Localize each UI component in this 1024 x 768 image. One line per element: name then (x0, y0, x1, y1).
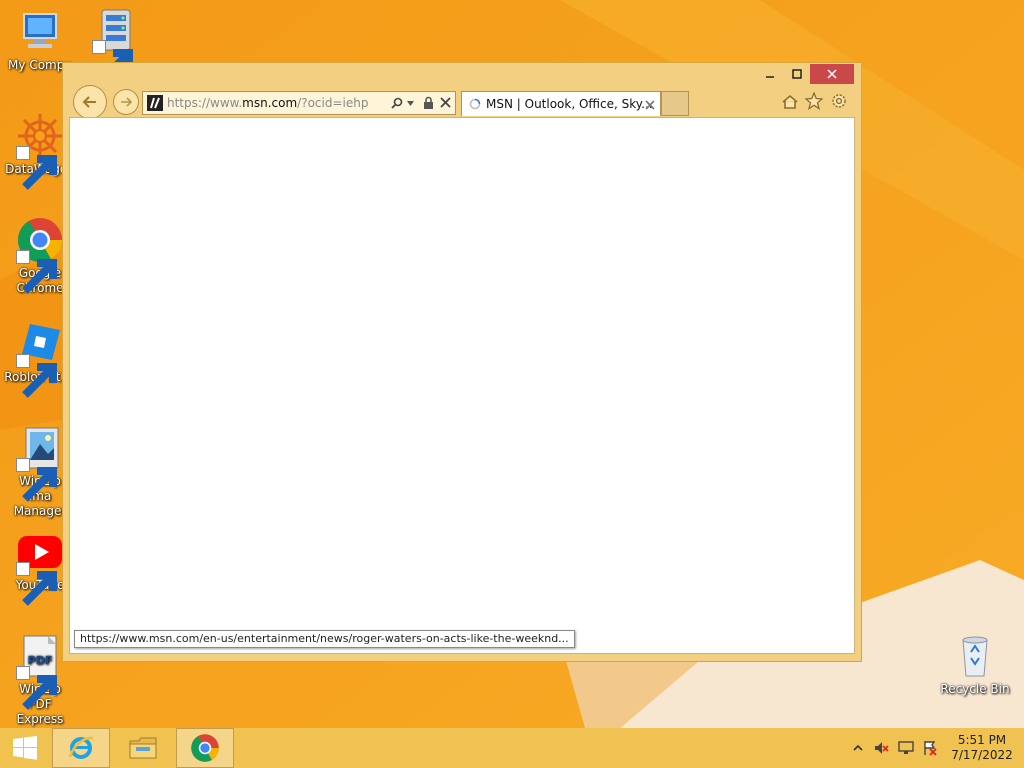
taskbar: 5:51 PM 7/17/2022 (0, 728, 1024, 768)
msn-site-icon (147, 95, 163, 111)
clock-date: 7/17/2022 (951, 748, 1013, 762)
close-button[interactable] (810, 64, 854, 84)
shortcut-arrow-icon (16, 250, 57, 294)
tab-title: MSN | Outlook, Office, Sky... (486, 97, 653, 111)
tab-msn[interactable]: MSN | Outlook, Office, Sky... (461, 91, 661, 116)
minimize-button[interactable] (755, 64, 785, 84)
shortcut-arrow-icon (16, 562, 57, 606)
winzip-image-manager-icon (16, 424, 64, 502)
page-content-area[interactable]: https://www.msn.com/en-us/entertainment/… (69, 117, 855, 654)
start-button[interactable] (0, 728, 50, 768)
internet-explorer-window: https://www.msn.com/?ocid=iehp MSN | Out… (62, 62, 862, 662)
forward-button[interactable] (113, 89, 139, 115)
close-tab-icon[interactable] (645, 100, 655, 110)
address-url: https://www.msn.com/?ocid=iehp (167, 96, 369, 110)
shortcut-arrow-icon (16, 354, 57, 398)
folder-icon (129, 737, 157, 759)
lock-icon[interactable] (423, 96, 434, 110)
datawagon-icon (16, 112, 64, 190)
volume-muted-icon[interactable] (873, 740, 889, 756)
taskbar-file-explorer[interactable] (114, 728, 172, 768)
address-bar[interactable]: https://www.msn.com/?ocid=iehp (142, 91, 456, 115)
svg-text:PDF: PDF (28, 654, 53, 667)
roblox-studio-icon (16, 320, 64, 398)
taskbar-internet-explorer[interactable] (52, 728, 110, 768)
youtube-icon (16, 528, 64, 606)
winzip-pdf-icon: PDF (16, 632, 64, 710)
back-arrow-icon (82, 96, 96, 108)
status-url-tooltip: https://www.msn.com/en-us/entertainment/… (74, 630, 575, 648)
chevron-down-icon[interactable] (407, 101, 414, 106)
shortcut-arrow-icon (16, 458, 57, 502)
forward-arrow-icon (121, 97, 133, 107)
desktop-icon-recycle-bin[interactable]: Recycle Bin (935, 632, 1015, 697)
back-button[interactable] (73, 85, 107, 119)
network-icon[interactable] (898, 740, 914, 756)
close-icon (827, 69, 837, 79)
new-tab-button[interactable] (661, 91, 689, 116)
internet-explorer-icon (68, 736, 94, 759)
maximize-button[interactable] (782, 64, 812, 84)
server-icon (92, 6, 140, 84)
show-hidden-icons-chevron-up-icon[interactable] (850, 740, 866, 756)
favorites-star-icon[interactable] (805, 92, 823, 110)
settings-gear-icon[interactable] (830, 92, 848, 110)
windows-logo-icon (13, 736, 37, 760)
shortcut-arrow-icon (92, 40, 133, 84)
stop-icon[interactable] (440, 97, 451, 108)
maximize-icon (792, 69, 802, 79)
desktop-icon-label: Recycle Bin (940, 682, 1010, 696)
shortcut-arrow-icon (16, 146, 57, 190)
minimize-icon (766, 76, 774, 78)
chrome-icon (16, 216, 64, 294)
loading-spinner-icon (469, 98, 481, 110)
recycle-bin-icon (951, 632, 999, 680)
taskbar-google-chrome[interactable] (176, 728, 234, 768)
taskbar-clock[interactable]: 5:51 PM 7/17/2022 (944, 733, 1020, 763)
shortcut-arrow-icon (16, 666, 57, 710)
desktop-icon-server[interactable] (76, 6, 156, 84)
clock-time: 5:51 PM (957, 733, 1007, 747)
chrome-icon (191, 734, 219, 762)
computer-icon (16, 8, 64, 56)
action-center-flag-icon[interactable] (922, 740, 938, 756)
home-icon[interactable] (781, 93, 799, 111)
search-icon[interactable] (391, 97, 403, 109)
